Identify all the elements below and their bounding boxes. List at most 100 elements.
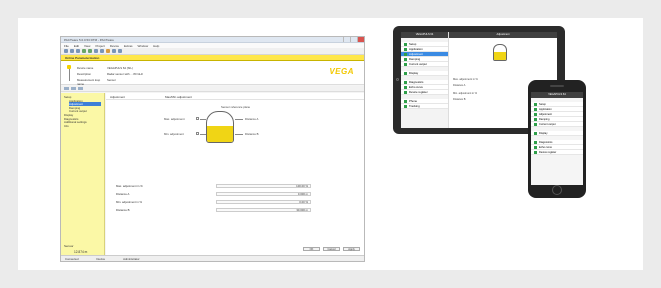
menu-project[interactable]: Project — [95, 44, 104, 48]
menu-extras[interactable]: Extras — [124, 44, 133, 48]
maximize-button[interactable] — [350, 37, 357, 42]
cancel-button[interactable]: Cancel — [323, 247, 340, 251]
minimize-button[interactable] — [343, 37, 350, 42]
apply-button[interactable]: Apply — [343, 247, 360, 251]
menu-item-icon — [534, 102, 537, 106]
tablet-row-label[interactable]: Distance A — [453, 84, 465, 87]
max-adjustment-input[interactable]: 100.00 % — [216, 183, 311, 188]
menu-item-icon — [534, 112, 537, 116]
menu-item-icon — [404, 71, 407, 75]
tablet-row-label[interactable]: Distance B — [453, 98, 466, 101]
sensor-probe-icon — [67, 65, 71, 81]
phone-speaker — [550, 85, 564, 87]
settings-icon[interactable] — [118, 49, 122, 53]
status-device: Device — [96, 256, 106, 261]
ok-button[interactable]: OK — [303, 247, 320, 251]
field-label: Max. adjustment in % — [116, 183, 143, 188]
level-value: 12.874 m — [74, 250, 88, 254]
min-line — [200, 134, 206, 135]
menu-item-icon — [404, 85, 407, 89]
menu-help[interactable]: Help — [153, 44, 159, 48]
level-readout: Sensor 12.874 m — [64, 244, 100, 254]
tree-item-info[interactable]: Info — [64, 124, 101, 128]
description-label: Description — [77, 72, 91, 76]
menu-dropdown-icon[interactable] — [78, 87, 83, 90]
forward-icon[interactable] — [71, 87, 76, 90]
distance-a-label: Distance A — [245, 117, 259, 121]
status-user: Administrator — [123, 256, 140, 261]
max-adjustment-label: Max. adjustment — [164, 117, 185, 121]
menu-item-icon — [404, 104, 407, 108]
distance-a-line — [235, 119, 243, 120]
status-bar: Connected Device Administrator — [61, 255, 364, 261]
tablet-row-label[interactable]: Max. adjustment in % — [453, 78, 478, 81]
phone-device: VEGAPULS 64 Setup Application Adjustment… — [528, 80, 586, 198]
field-row: Min. adjustment in % 0.00 % — [116, 199, 324, 204]
toolbar — [61, 48, 364, 55]
menu-view[interactable]: View — [84, 44, 90, 48]
loop-name-value: Sensor — [107, 78, 116, 82]
connect-icon[interactable] — [82, 49, 86, 53]
menu-item-icon — [404, 52, 407, 56]
min-adjustment-marker — [196, 132, 199, 135]
menu-item-icon — [534, 122, 537, 126]
menu-item-icon — [404, 57, 407, 61]
distance-a-input[interactable]: 0.000 m — [216, 191, 311, 196]
dialog-buttons: OK Cancel Apply — [303, 247, 360, 251]
tablet-content-header: Adjustment — [449, 32, 557, 38]
menu-device[interactable]: Device — [110, 44, 119, 48]
field-label: Distance B — [116, 208, 130, 213]
pactware-window: PACTware 5.0.0.53 DTM - PACTware File Ed… — [60, 36, 365, 262]
max-line — [200, 119, 206, 120]
menu-item-icon — [534, 140, 537, 144]
section-description: Max/Min adjustment — [165, 95, 192, 99]
device-name-label: Device name — [77, 66, 94, 70]
section-title: Adjustment — [110, 95, 126, 99]
window-controls — [343, 37, 364, 42]
device-header: Device name VEGAPULS 64 (SIL) Descriptio… — [61, 61, 364, 86]
menu-item-icon — [534, 145, 537, 149]
field-label: Distance A — [116, 191, 130, 196]
phone-menu-item[interactable]: Device register — [531, 150, 583, 155]
screenshot-canvas: PACTware 5.0.0.53 DTM - PACTware File Ed… — [18, 18, 643, 270]
download-icon[interactable] — [100, 49, 104, 53]
disconnect-icon[interactable] — [88, 49, 92, 53]
print-icon[interactable] — [112, 49, 116, 53]
back-icon[interactable] — [64, 87, 69, 90]
menu-window[interactable]: Window — [138, 44, 149, 48]
phone-home-button — [552, 185, 562, 195]
field-row: Distance B 30.000 m — [116, 208, 324, 213]
save-icon[interactable] — [76, 49, 80, 53]
menu-item-icon — [404, 99, 407, 103]
menu-item-icon — [534, 131, 537, 135]
distance-b-line — [235, 134, 243, 135]
upload-icon[interactable] — [94, 49, 98, 53]
vessel-diagram — [206, 111, 234, 143]
vega-logo: VEGA — [329, 67, 354, 76]
parameter-icon[interactable] — [106, 49, 110, 53]
nav-toolbar — [61, 86, 364, 92]
menu-edit[interactable]: Edit — [74, 44, 79, 48]
min-adjustment-input[interactable]: 0.00 % — [216, 199, 311, 204]
min-adjustment-label: Min. adjustment — [164, 132, 184, 136]
menu-file[interactable]: File — [64, 44, 69, 48]
adjustment-fields: Max. adjustment in % 100.00 % Distance A… — [116, 183, 324, 216]
parameter-panel: Adjustment Max/Min adjustment Sensor ref… — [106, 93, 364, 256]
tablet-vessel-diagram — [493, 44, 507, 61]
tablet-row-label[interactable]: Min. adjustment in % — [453, 92, 477, 95]
distance-b-input[interactable]: 30.000 m — [216, 208, 311, 213]
distance-b-label: Distance B — [245, 132, 259, 136]
menu-item-icon — [534, 150, 537, 154]
window-title: PACTware 5.0.0.53 DTM - PACTware — [64, 37, 114, 42]
tablet-menu-item[interactable]: Tracking — [401, 104, 448, 109]
panel-header: Adjustment Max/Min adjustment — [106, 93, 364, 100]
device-info: Device name VEGAPULS 64 (SIL) Descriptio… — [77, 66, 187, 86]
menu-item-icon — [404, 80, 407, 84]
tablet-home-button — [396, 78, 399, 81]
field-row: Max. adjustment in % 100.00 % — [116, 183, 324, 188]
open-icon[interactable] — [70, 49, 74, 53]
new-project-icon[interactable] — [64, 49, 68, 53]
field-row: Distance A 0.000 m — [116, 191, 324, 196]
close-button[interactable] — [357, 37, 364, 42]
status-connection: Connected — [65, 256, 79, 261]
